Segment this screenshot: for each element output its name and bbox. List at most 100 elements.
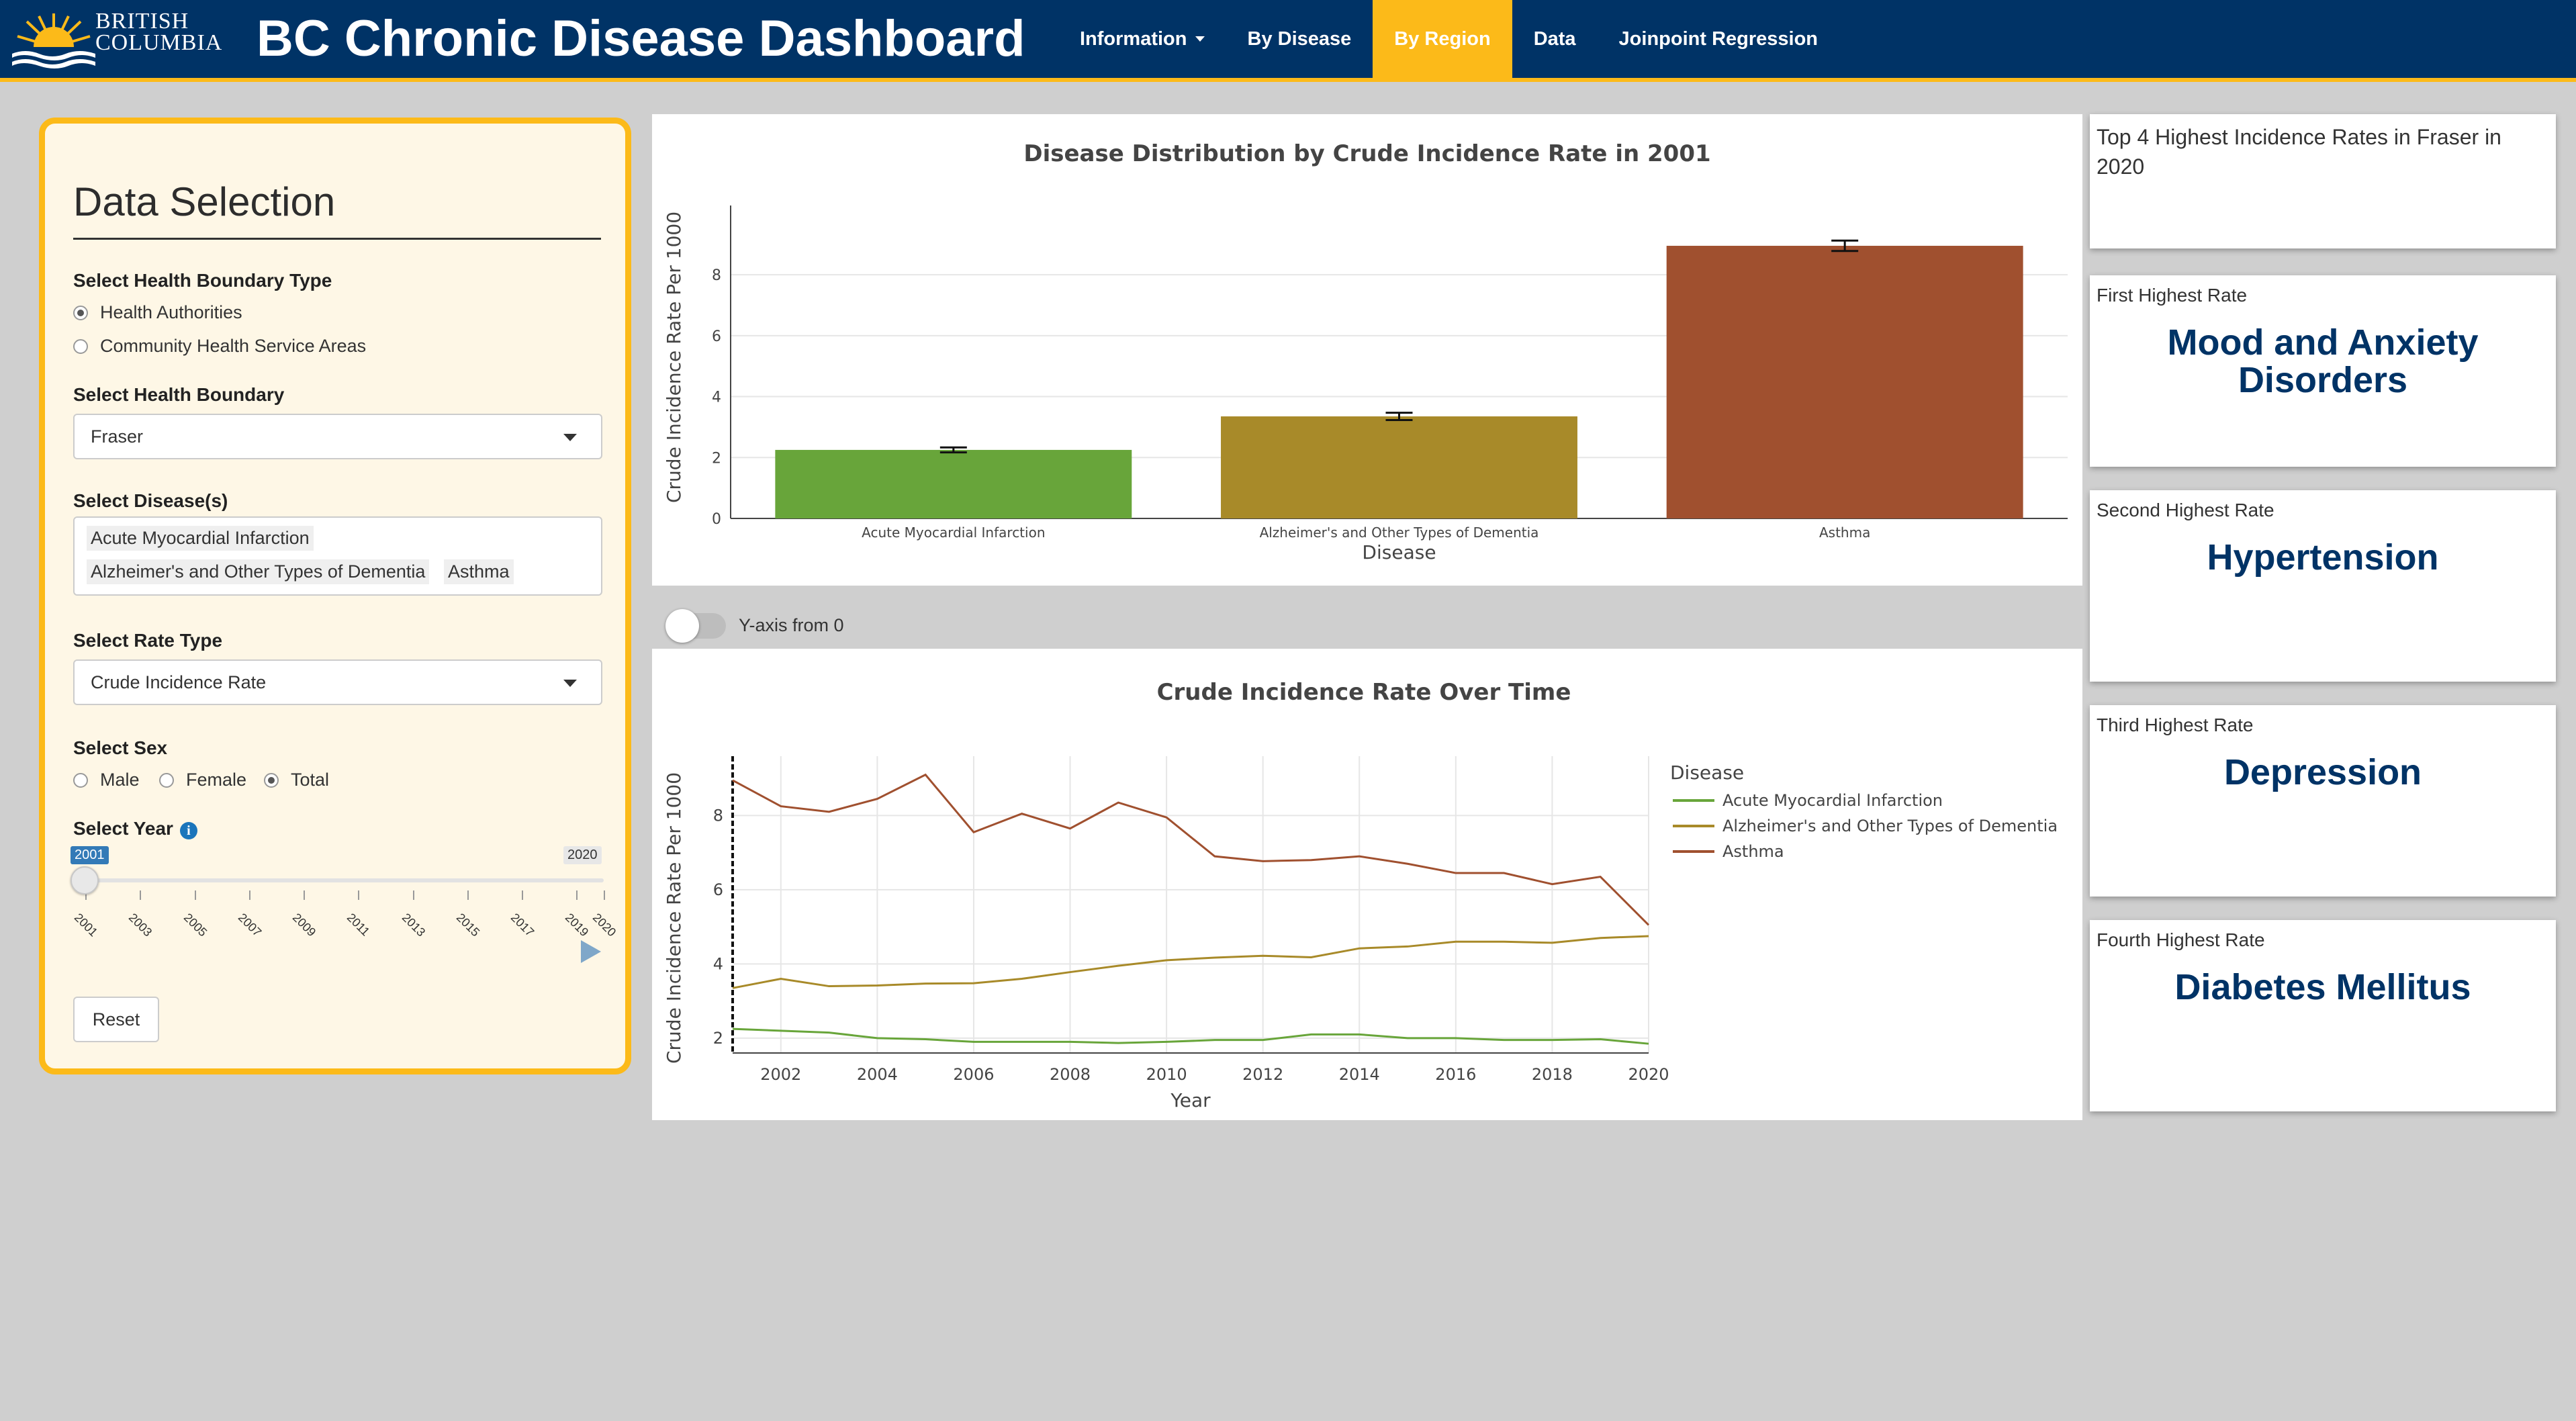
line-chart-x-tick-label: 2014: [1339, 1065, 1380, 1084]
disease-multiselect[interactable]: Acute Myocardial Infarction Alzheimer's …: [73, 516, 602, 596]
dropdown-caret-icon: [563, 434, 577, 441]
slider-tick: [194, 890, 196, 900]
rate-type-select[interactable]: Crude Incidence Rate: [73, 659, 602, 705]
bar: [775, 449, 1132, 518]
slider-tick: [248, 890, 250, 900]
disease-tag[interactable]: Alzheimer's and Other Types of Dementia: [87, 559, 430, 584]
line-chart-y-tick-label: 8: [713, 806, 723, 825]
line-chart-x-tick-label: 2018: [1532, 1065, 1573, 1084]
top-navbar: BRITISH COLUMBIA BC Chronic Disease Dash…: [0, 0, 2576, 82]
year-slider-max: 2020: [563, 846, 602, 864]
disease-label: Select Disease(s): [73, 490, 228, 511]
sex-label: Select Sex: [73, 737, 168, 758]
year-label: Select Year i: [73, 818, 197, 839]
line-chart-x-tick-label: 2010: [1146, 1065, 1187, 1084]
main-nav: Information By Disease By Region Data Jo…: [1058, 0, 1839, 82]
slider-tick-label: 2015: [453, 911, 483, 939]
nav-information[interactable]: Information: [1058, 0, 1226, 78]
year-slider-handle[interactable]: [71, 866, 99, 895]
radio-button-selected[interactable]: [73, 305, 88, 320]
line-chart: Crude Incidence Rate Over Time 2002 2004 20…: [663, 679, 2058, 1111]
bar-chart-y-tick-label: 4: [712, 389, 721, 406]
card-value: Diabetes Mellitus: [2174, 967, 2471, 1007]
slider-tick: [467, 890, 469, 900]
app-title: BC Chronic Disease Dashboard: [257, 10, 1025, 67]
disease-tag[interactable]: Acute Myocardial Infarction: [87, 526, 314, 551]
radio-button[interactable]: [159, 772, 174, 788]
bar-chart-category-label: Acute Myocardial Infarction: [862, 524, 1045, 541]
slider-tick: [304, 890, 306, 900]
play-icon[interactable]: [581, 940, 601, 963]
line-chart-x-tick-label: 2016: [1435, 1065, 1476, 1084]
bar-chart-y-axis-title: Crude Incidence Rate Per 1000: [663, 212, 685, 503]
y-axis-toggle-label: Y-axis from 0: [739, 615, 844, 635]
slider-tick-label: 2007: [235, 911, 265, 939]
boundary-label: Select Health Boundary: [73, 384, 285, 405]
nav-by-region[interactable]: By Region: [1373, 0, 1512, 78]
slider-tick-label: 2017: [508, 911, 537, 939]
nav-by-region-label: By Region: [1394, 28, 1491, 50]
line-chart-x-tick-label: 2002: [760, 1065, 801, 1084]
radio-label: Female: [186, 770, 247, 790]
bar-chart-y-tick-label: 8: [712, 267, 721, 284]
line-chart-y-tick-label: 2: [713, 1029, 723, 1048]
slider-tick-label: 2001: [71, 911, 101, 939]
toggle-knob[interactable]: [665, 609, 699, 643]
nav-data[interactable]: Data: [1512, 0, 1598, 78]
bar-chart-panel: Disease Distribution by Crude Incidence …: [652, 114, 2082, 586]
bar-chart: Disease Distribution by Crude Incidence …: [663, 140, 2068, 563]
slider-tick: [358, 890, 360, 900]
health-boundary-select[interactable]: Fraser: [73, 414, 602, 459]
reset-button[interactable]: Reset: [73, 997, 159, 1042]
card-value: Mood and Anxiety Disorders: [2167, 322, 2479, 400]
slider-tick-label: 2005: [181, 911, 210, 939]
nav-data-label: Data: [1533, 28, 1576, 50]
card-header: Fourth Highest Rate: [2097, 929, 2265, 950]
sidebar-divider: [73, 238, 601, 240]
data-selection-panel: Data Selection Select Health Boundary Ty…: [39, 118, 631, 1074]
radio-female[interactable]: Female: [159, 770, 246, 790]
y-axis-toggle[interactable]: [665, 609, 726, 643]
line-chart-y-tick-label: 6: [713, 880, 723, 899]
bar-chart-title: Disease Distribution by Crude Incidence …: [1023, 140, 1710, 167]
second-rate-card: Second Highest Rate Hypertension: [2090, 490, 2556, 682]
radio-button-selected[interactable]: [264, 772, 279, 788]
radio-community-health-service-areas[interactable]: Community Health Service Areas: [73, 336, 366, 357]
bar-chart-x-axis-title: Disease: [1362, 541, 1436, 563]
disease-tag[interactable]: Asthma: [444, 559, 514, 584]
radio-button[interactable]: [73, 338, 88, 354]
radio-male[interactable]: Male: [73, 770, 140, 790]
third-rate-card: Third Highest Rate Depression: [2090, 705, 2556, 897]
nav-by-disease-label: By Disease: [1247, 28, 1352, 50]
nav-joinpoint-regression[interactable]: Joinpoint Regression: [1598, 0, 1839, 78]
card-header: Second Highest Rate: [2097, 500, 2274, 520]
year-label-text: Select Year: [73, 818, 173, 839]
top-rates-title: Top 4 Highest Incidence Rates in Fraser …: [2097, 125, 2501, 179]
slider-tick-label: 2003: [126, 911, 155, 939]
slider-tick-label: 2009: [289, 911, 319, 939]
slider-tick-label: 2011: [344, 911, 373, 939]
radio-label: Total: [291, 770, 330, 790]
radio-total[interactable]: Total: [264, 770, 329, 790]
radio-button[interactable]: [73, 772, 88, 788]
info-icon[interactable]: i: [179, 822, 197, 839]
slider-tick-label: 2019: [563, 911, 592, 939]
radio-label: Male: [100, 770, 140, 790]
line-chart-x-tick-label: 2006: [953, 1065, 994, 1084]
legend-entry: Alzheimer's and Other Types of Dementia: [1722, 817, 2058, 835]
slider-tick: [604, 890, 605, 900]
year-slider-track[interactable]: [85, 878, 604, 882]
bar-chart-category-label: Alzheimer's and Other Types of Dementia: [1260, 524, 1539, 541]
radio-label: Community Health Service Areas: [100, 336, 367, 356]
line-chart-panel: Crude Incidence Rate Over Time 2002 2004 20…: [652, 649, 2082, 1120]
radio-health-authorities[interactable]: Health Authorities: [73, 302, 242, 323]
legend-entry: Asthma: [1722, 842, 1784, 861]
nav-joinpoint-label: Joinpoint Regression: [1618, 28, 1819, 50]
chevron-down-icon: [1195, 36, 1205, 42]
bar-chart-y-tick-label: 6: [712, 328, 721, 345]
nav-by-disease[interactable]: By Disease: [1226, 0, 1373, 78]
top-rates-title-card: Top 4 Highest Incidence Rates in Fraser …: [2090, 114, 2556, 248]
select-value: Fraser: [91, 426, 144, 447]
card-value: Hypertension: [2207, 537, 2439, 578]
bar-chart-y-tick-label: 0: [712, 511, 721, 528]
